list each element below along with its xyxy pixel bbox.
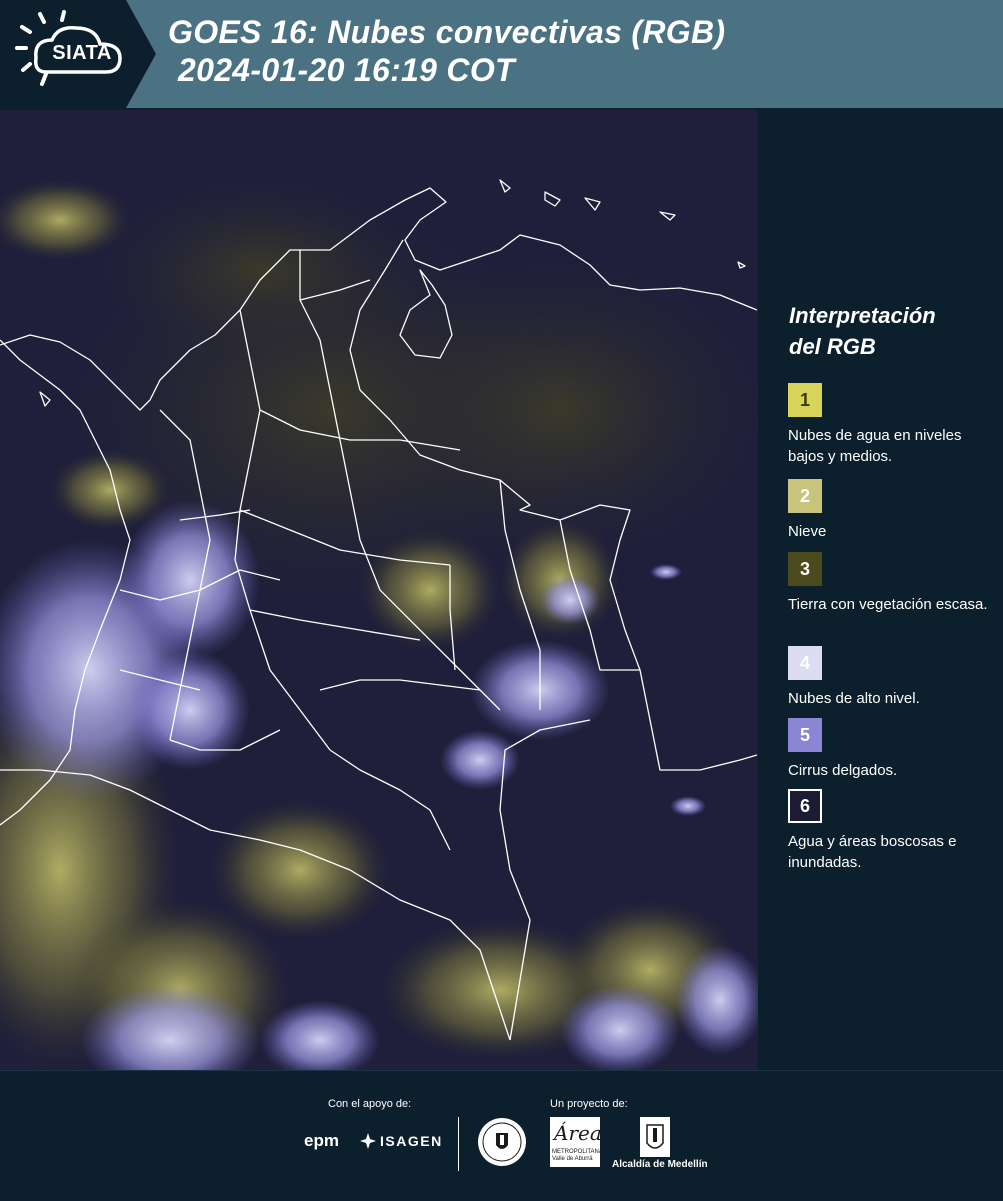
header-bar: SIATA GOES 16: Nubes convectivas (RGB) 2… [0,0,1003,108]
project-label: Un proyecto de: [550,1098,628,1110]
legend-title: Interpretación del RGB [789,300,989,362]
legend-swatch-2: 2 [788,479,822,513]
legend-swatch-3: 3 [788,552,822,586]
legend-swatch-1: 1 [788,383,822,417]
satellite-image [0,110,758,1070]
area-logo-sub2: Valle de Aburrá [552,1156,593,1162]
alcaldia-logo-icon [640,1117,670,1157]
medellin-seal-icon [478,1118,526,1166]
legend-desc-1: Nubes de agua en niveles bajos y medios. [788,427,962,465]
epm-logo: epm [304,1131,339,1150]
isagen-text: ISAGEN [380,1133,443,1149]
legend-item-3: 3 Tierra con vegetación escasa. [788,552,988,615]
legend-item-2: 2 Nieve [788,479,988,542]
legend-desc-3: Tierra con vegetación escasa. [788,596,988,613]
legend-item-5: 5 Cirrus delgados. [788,718,988,781]
page-title: GOES 16: Nubes convectivas (RGB) [168,14,726,50]
area-metropolitana-logo: Área METROPOLITANA Valle de Aburrá [550,1117,603,1167]
legend-item-1: 1 Nubes de agua en niveles bajos y medio… [788,383,988,467]
isagen-logo: ISAGEN [360,1133,443,1149]
legend-desc-4: Nubes de alto nivel. [788,690,920,707]
legend-title-line1: Interpretación [789,303,936,328]
area-logo-subtitle: METROPOLITANA Valle de Aburrá [552,1149,603,1163]
area-logo-word: Área [554,1121,602,1145]
alcaldia-logo-text: Alcaldía de Medellín [612,1159,708,1170]
legend-swatch-4: 4 [788,646,822,680]
legend-desc-6: Agua y áreas boscosas e inundadas. [788,833,957,871]
area-logo-sub1: METROPOLITANA [552,1149,603,1155]
legend-desc-5: Cirrus delgados. [788,762,898,779]
support-label: Con el apoyo de: [328,1098,412,1110]
legend-swatch-5: 5 [788,718,822,752]
footer-sponsors: Con el apoyo de: Un proyecto de: epm ISA… [0,1070,1003,1201]
legend-desc-2: Nieve [788,523,827,540]
legend-item-4: 4 Nubes de alto nivel. [788,646,988,709]
isagen-icon [360,1133,376,1149]
footer-divider [458,1117,459,1171]
siata-logo-text: SIATA [52,42,112,64]
page-timestamp: 2024-01-20 16:19 COT [178,52,515,88]
legend-item-6: 6 Agua y áreas boscosas e inundadas. [788,789,988,873]
siata-logo: SIATA [0,0,158,108]
legend-title-line2: del RGB [789,334,876,359]
legend-swatch-6: 6 [788,789,822,823]
